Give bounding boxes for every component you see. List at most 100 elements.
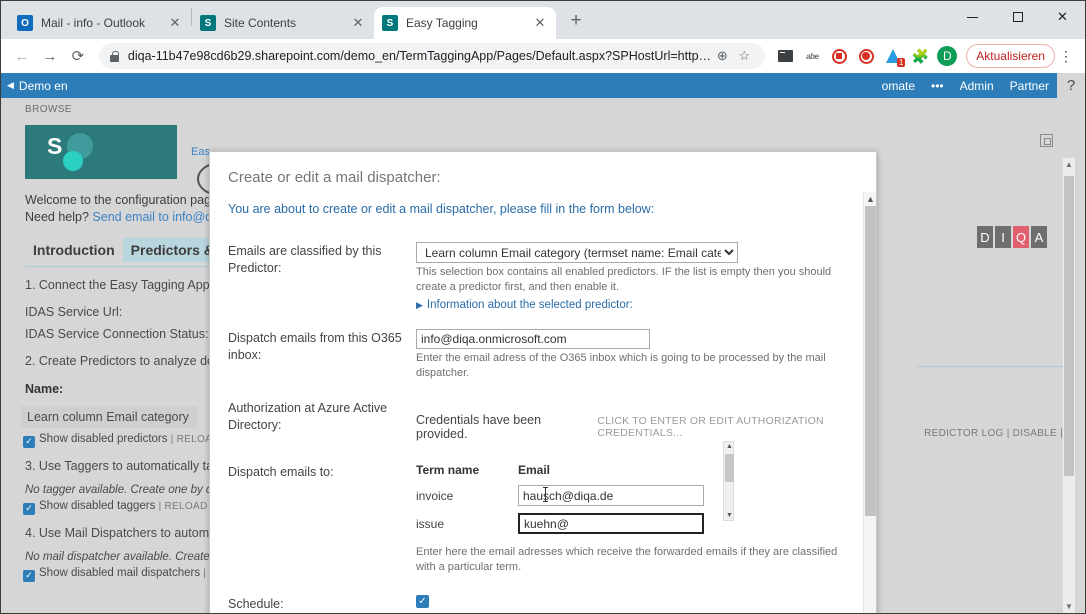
browser-tab-site-contents[interactable]: S Site Contents ✕ <box>192 7 374 39</box>
devtools-icon[interactable] <box>772 43 798 69</box>
close-icon[interactable]: ✕ <box>532 15 548 31</box>
suite-item-more[interactable]: ••• <box>923 79 952 93</box>
inbox-control: Enter the email adress of the O365 inbox… <box>416 329 876 381</box>
predictor-actions[interactable]: REDICTOR LOG | DISABLE | <box>924 428 1063 439</box>
predictor-info-expander[interactable]: ▶Information about the selected predicto… <box>416 299 876 311</box>
banner-circle-2 <box>63 151 83 171</box>
update-button[interactable]: Aktualisieren <box>966 44 1055 68</box>
term-name-issue: issue <box>416 517 518 531</box>
back-button[interactable]: ← <box>9 42 35 70</box>
checkbox-schedule-enabled[interactable]: ✓ <box>416 595 429 608</box>
browser-tab-outlook[interactable]: O Mail - info - Outlook ✕ <box>9 7 191 39</box>
close-window-button[interactable]: ✕ <box>1040 1 1085 33</box>
tab-title: Site Contents <box>224 16 350 30</box>
show-disabled-taggers-row: ✓Show disabled taggers | RELOAD THI <box>23 500 227 515</box>
tab-title: Mail - info - Outlook <box>41 16 167 30</box>
reload-button[interactable]: ⟳ <box>65 42 91 70</box>
zoom-in-icon[interactable]: ⊕ <box>711 48 733 64</box>
email-input-issue[interactable] <box>518 513 704 534</box>
sharepoint-logo-letter: S <box>47 133 62 160</box>
table-row: invoice <box>416 483 722 508</box>
fullscreen-icon[interactable] <box>1040 134 1053 147</box>
terms-scrollbar[interactable]: ▲ ▼ <box>723 441 734 521</box>
inbox-input[interactable] <box>416 329 650 349</box>
close-icon[interactable]: ✕ <box>350 15 366 31</box>
close-icon[interactable]: ✕ <box>167 15 183 31</box>
abe-icon[interactable]: abe <box>799 43 825 69</box>
terms-table: Term name Email invoice <box>416 463 722 539</box>
checkbox-show-disabled-taggers[interactable]: ✓ <box>23 503 35 515</box>
predictor-name-field[interactable]: Learn column Email category <box>21 406 197 428</box>
suite-right-items: omate ••• Admin Partner ? <box>874 73 1085 98</box>
predictor-hint: This selection box contains all enabled … <box>416 265 836 295</box>
suite-item-partner[interactable]: Partner <box>1002 79 1057 93</box>
kebab-menu-icon[interactable]: ⋮ <box>1055 48 1077 65</box>
maximize-button[interactable] <box>995 1 1040 33</box>
avatar[interactable]: D <box>934 43 960 69</box>
checkbox-show-disabled-dispatchers[interactable]: ✓ <box>23 570 35 582</box>
star-icon[interactable]: ☆ <box>733 48 755 64</box>
dialog-title: Create or edit a mail dispatcher: <box>210 152 876 186</box>
drop-badge: 1 <box>897 58 905 67</box>
predictor-select[interactable]: Learn column Email category (termset nam… <box>416 242 738 263</box>
show-disabled-dispatchers-row: ✓Show disabled mail dispatchers | RI <box>23 567 220 582</box>
ribbon-tab-browse[interactable]: BROWSE <box>1 98 1085 117</box>
schedule-label: Schedule: <box>228 595 416 613</box>
suite-item-admin[interactable]: Admin <box>952 79 1002 93</box>
forward-button[interactable]: → <box>37 42 63 70</box>
scroll-up-arrow[interactable]: ▲ <box>1063 160 1075 169</box>
scroll-thumb[interactable] <box>1064 176 1074 476</box>
edit-credentials-link[interactable]: CLICK TO ENTER OR EDIT AUTHORIZATION CRE… <box>597 415 876 439</box>
terms-scroll-up[interactable]: ▲ <box>724 443 735 450</box>
puzzle-icon[interactable]: 🧩 <box>907 43 933 69</box>
dialog-scroll-thumb[interactable] <box>865 206 876 516</box>
new-tab-button[interactable]: + <box>562 8 590 36</box>
form-row-schedule: Schedule: ✓ If you check this option the… <box>228 595 876 613</box>
logo-letter-q: Q <box>1013 226 1029 248</box>
section-2-heading: 2. Create Predictors to analyze do <box>25 354 214 368</box>
column-term-name: Term name <box>416 463 518 477</box>
dispatch-to-hint: Enter here the email adresses which rece… <box>416 545 848 575</box>
suite-site-link[interactable]: ◀ Demo en <box>7 79 68 93</box>
show-disabled-predictors-label: Show disabled predictors <box>39 433 168 445</box>
need-help-text: Need help? <box>25 210 92 224</box>
sharepoint-tabs: Introduction Predictors & T <box>25 238 234 262</box>
dialog-scroll-up[interactable]: ▲ <box>864 194 877 204</box>
minimize-button[interactable] <box>950 1 995 33</box>
page-viewport: ◀ Demo en omate ••• Admin Partner ? BROW… <box>1 73 1085 613</box>
browser-tab-easy-tagging[interactable]: S Easy Tagging ✕ <box>374 7 556 39</box>
terms-table-header: Term name Email <box>416 463 722 483</box>
terms-scroll-thumb[interactable] <box>725 454 734 482</box>
text-cursor-icon <box>545 488 546 501</box>
section-4-heading: 4. Use Mail Dispatchers to autom <box>25 526 209 540</box>
show-disabled-dispatchers-label: Show disabled mail dispatchers <box>39 567 200 579</box>
predictor-control: Learn column Email category (termset nam… <box>416 242 876 311</box>
sharepoint-suite-bar: ◀ Demo en omate ••• Admin Partner ? <box>1 73 1085 98</box>
suite-item-automate[interactable]: omate <box>874 79 923 93</box>
predictor-label: Emails are classified by this Predictor: <box>228 242 416 311</box>
form-row-predictor: Emails are classified by this Predictor:… <box>228 242 876 311</box>
sharepoint-icon: S <box>382 15 398 31</box>
dialog-scrollbar[interactable]: ▲ ▼ <box>863 192 876 613</box>
record-stop-icon[interactable] <box>826 43 852 69</box>
terms-scroll-down[interactable]: ▼ <box>724 512 735 519</box>
checkbox-show-disabled-predictors[interactable]: ✓ <box>23 436 35 448</box>
help-icon[interactable]: ? <box>1057 73 1085 98</box>
form-row-dispatch-to: Dispatch emails to: Term name Email invo… <box>228 463 876 575</box>
record-icon[interactable] <box>853 43 879 69</box>
scroll-down-arrow[interactable]: ▼ <box>1063 602 1075 611</box>
page-scrollbar[interactable]: ▲ ▼ <box>1063 158 1075 613</box>
dispatch-to-control: Term name Email invoice <box>416 463 876 575</box>
drop-icon[interactable]: 1 <box>880 43 906 69</box>
term-name-invoice: invoice <box>416 489 518 503</box>
table-row: issue <box>416 511 722 536</box>
tab-introduction[interactable]: Introduction <box>25 238 123 262</box>
schedule-control: ✓ If you check this option then the mail… <box>416 595 876 613</box>
tab-strip: O Mail - info - Outlook ✕ S Site Content… <box>1 1 590 39</box>
outlook-icon: O <box>17 15 33 31</box>
site-banner: S <box>25 125 177 179</box>
form-row-authorization: Authorization at Azure Active Directory:… <box>228 399 876 441</box>
dispatch-to-label: Dispatch emails to: <box>228 463 416 575</box>
dialog-intro: You are about to create or edit a mail d… <box>210 186 876 216</box>
address-bar[interactable]: diqa-11b47e98cd6b29.sharepoint.com/demo_… <box>99 43 765 69</box>
